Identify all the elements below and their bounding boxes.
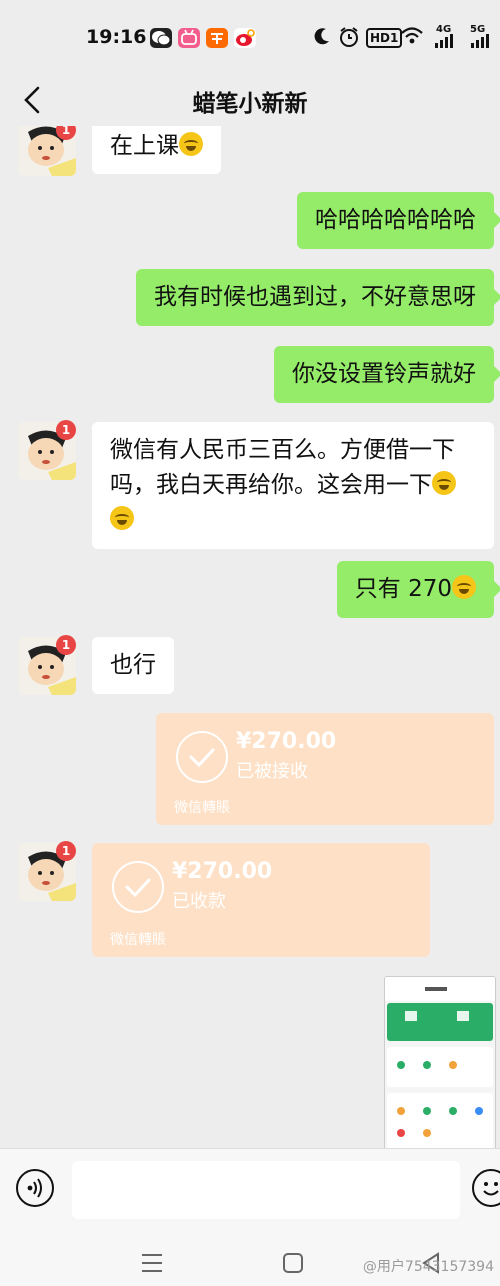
screenshot-thumbnail-icon [385, 977, 495, 1148]
message-bubble-sent[interactable]: 你没设置铃声就好 [274, 346, 500, 403]
weibo-icon [234, 28, 256, 48]
smiley-icon [483, 1182, 499, 1196]
transfer-status: 已被接收 [236, 761, 308, 782]
check-circle-icon [112, 861, 164, 913]
image-message[interactable] [384, 976, 496, 1148]
voice-input-button[interactable] [16, 1169, 54, 1207]
watermark: @用户7543157394 [362, 1259, 494, 1275]
transfer-status: 已收款 [172, 891, 226, 912]
chat-title: 蜡笔小新新 [192, 91, 308, 117]
laugh-cry-emoji-icon [110, 506, 134, 530]
message-bubble-received[interactable]: 微信有人民币三百么。方便借一下 吗，我白天再给你。这会用一下 [92, 422, 494, 549]
transfer-footer: 微信轉賬 [174, 800, 230, 816]
message-bubble-sent[interactable]: 我有时候也遇到过，不好意思呀 [136, 269, 500, 326]
message-text: 你没设置铃声就好 [292, 361, 476, 387]
unread-badge: 1 [56, 420, 76, 440]
message-bubble-received[interactable]: 也行 [92, 637, 174, 694]
wechat-icon [150, 28, 172, 48]
nav-bar: @用户7543157394 [0, 1236, 500, 1286]
message-text: 微信有人民币三百么。方便借一下 [110, 437, 455, 463]
laugh-cry-emoji-icon [432, 471, 456, 495]
message-text: 只有 270 [354, 576, 452, 602]
taobao-icon [206, 28, 228, 48]
transfer-amount: ¥270.00 [172, 859, 273, 884]
signal-icon [434, 34, 456, 52]
transfer-footer: 微信轉賬 [110, 932, 166, 948]
menu-icon[interactable] [140, 1252, 164, 1274]
moon-icon [314, 26, 332, 50]
message-bubble-sent[interactable]: 只有 270 [336, 561, 500, 618]
transfer-card-received[interactable]: ¥270.00 已收款 微信轉賬 [92, 843, 430, 957]
alarm-icon [338, 26, 360, 52]
message-input[interactable] [72, 1161, 460, 1219]
voice-icon [27, 1178, 42, 1198]
transfer-amount: ¥270.00 [236, 729, 337, 754]
chat-area[interactable]: 1 在上课 哈哈哈哈哈哈哈 我有时候也遇到过，不好意思呀 你没设置铃声就好 1 … [0, 126, 500, 1148]
bilibili-icon [178, 28, 200, 48]
status-time: 19:16 [86, 26, 147, 48]
laugh-cry-emoji-icon [179, 132, 203, 156]
title-bar: 蜡笔小新新 [0, 78, 500, 126]
input-bar [0, 1148, 500, 1237]
message-text: 也行 [110, 652, 156, 678]
message-text: 在上课 [110, 133, 179, 159]
hd-icon: HD1 [366, 28, 403, 48]
home-icon[interactable] [282, 1252, 304, 1274]
message-bubble-received[interactable]: 在上课 [92, 126, 221, 174]
status-bar: 19:16 HD1 4G 5G [0, 0, 500, 78]
emoji-button[interactable] [472, 1169, 500, 1207]
signal-5g-icon [470, 34, 494, 52]
transfer-card-sent[interactable]: ¥270.00 已被接收 微信轉賬 [156, 713, 494, 825]
message-text: 哈哈哈哈哈哈哈 [315, 207, 476, 233]
message-text: 我有时候也遇到过，不好意思呀 [154, 284, 476, 310]
unread-badge: 1 [56, 841, 76, 861]
check-circle-icon [176, 731, 228, 783]
laugh-cry-emoji-icon [452, 575, 476, 599]
unread-badge: 1 [56, 635, 76, 655]
message-text: 吗，我白天再给你。这会用一下 [110, 472, 432, 498]
wifi-icon [400, 26, 424, 50]
message-bubble-sent[interactable]: 哈哈哈哈哈哈哈 [297, 192, 500, 249]
